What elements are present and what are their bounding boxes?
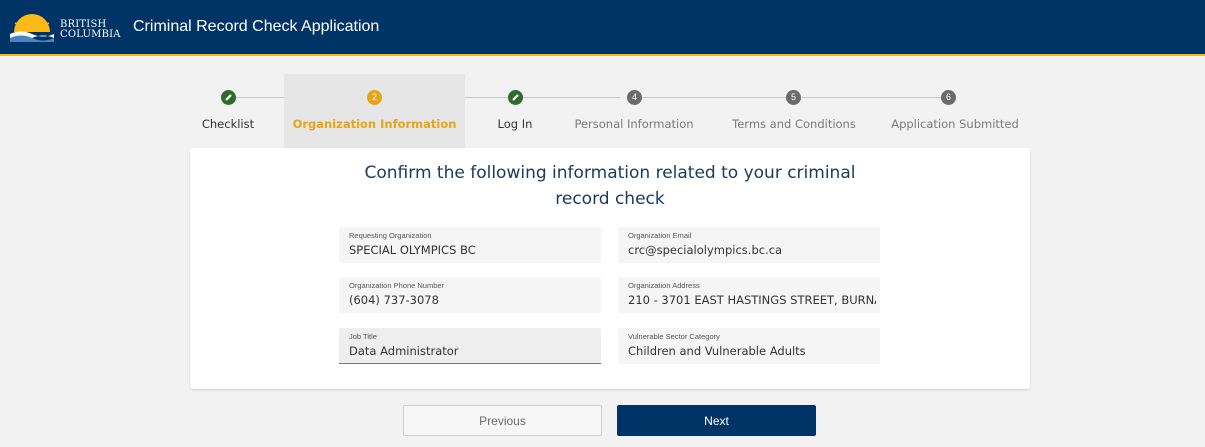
pencil-icon <box>508 90 523 105</box>
pencil-icon <box>221 90 236 105</box>
step-number-badge: 6 <box>941 90 956 105</box>
step-label: Checklist <box>201 117 255 131</box>
field-value: (604) 737-3078 <box>349 293 439 307</box>
field-label: Organization Address <box>628 281 700 290</box>
vulnerable-sector-category-field: Vulnerable Sector Category Children and … <box>618 328 880 364</box>
bc-sun-logo-icon <box>10 14 54 42</box>
progress-stepper: Checklist 2 Organization Information Log… <box>190 74 1030 148</box>
field-label: Organization Email <box>628 231 692 240</box>
step-number-badge: 4 <box>627 90 642 105</box>
next-button[interactable]: Next <box>617 405 816 436</box>
step-number-badge: 5 <box>786 90 801 105</box>
step-label: Organization Information <box>292 117 457 131</box>
field-value: 210 - 3701 EAST HASTINGS STREET, BURNAB <box>628 293 876 307</box>
field-label: Vulnerable Sector Category <box>628 332 720 341</box>
page-title-line-2: record check <box>555 189 665 209</box>
field-label: Requesting Organization <box>349 231 432 240</box>
job-title-input[interactable]: Job Title Data Administrator <box>339 328 601 364</box>
field-label: Organization Phone Number <box>349 281 445 290</box>
field-value: SPECIAL OLYMPICS BC <box>349 243 476 257</box>
requesting-organization-field: Requesting Organization SPECIAL OLYMPICS… <box>339 227 601 263</box>
app-header: BRITISH COLUMBIA Criminal Record Check A… <box>0 0 1205 56</box>
field-value: crc@specialolympics.bc.ca <box>628 243 783 257</box>
step-label: Application Submitted <box>891 117 1019 131</box>
step-personal-information[interactable]: 4 Personal Information <box>564 74 704 148</box>
step-number-badge: 2 <box>367 90 382 105</box>
organization-phone-field: Organization Phone Number (604) 737-3078 <box>339 277 601 313</box>
organization-address-field: Organization Address 210 - 3701 EAST HAS… <box>618 277 880 313</box>
step-label: Personal Information <box>574 117 694 131</box>
page-title: Confirm the following information relate… <box>190 160 1030 212</box>
step-application-submitted[interactable]: 6 Application Submitted <box>880 74 1030 148</box>
logo-line-2: COLUMBIA <box>60 29 121 40</box>
field-value: Children and Vulnerable Adults <box>628 344 806 358</box>
bc-gov-logo[interactable]: BRITISH COLUMBIA <box>10 10 121 46</box>
previous-button[interactable]: Previous <box>403 405 602 436</box>
step-organization-information[interactable]: 2 Organization Information <box>284 74 465 148</box>
step-label: Log In <box>497 117 533 131</box>
step-label: Terms and Conditions <box>732 117 856 131</box>
field-label: Job Title <box>349 332 377 341</box>
step-checklist[interactable]: Checklist <box>190 74 266 148</box>
confirmation-card: Confirm the following information relate… <box>190 148 1030 389</box>
page-title-line-1: Confirm the following information relate… <box>364 163 856 183</box>
field-value[interactable]: Data Administrator <box>349 344 597 358</box>
organization-email-field: Organization Email crc@specialolympics.b… <box>618 227 880 263</box>
step-terms-and-conditions[interactable]: 5 Terms and Conditions <box>722 74 866 148</box>
step-log-in[interactable]: Log In <box>480 74 550 148</box>
logo-text: BRITISH COLUMBIA <box>60 20 121 40</box>
app-title: Criminal Record Check Application <box>133 18 380 35</box>
